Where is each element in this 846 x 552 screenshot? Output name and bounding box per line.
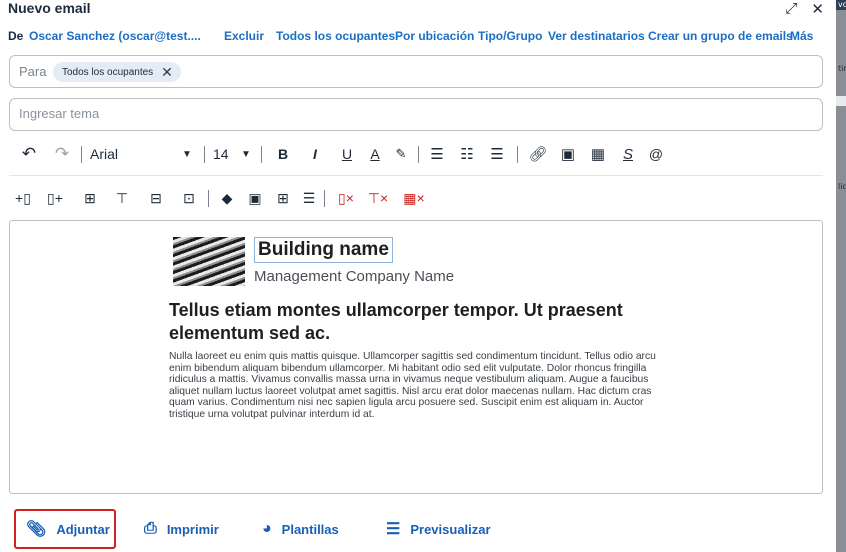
divider — [204, 145, 205, 163]
building-image — [173, 237, 245, 286]
image-icon[interactable]: ▣ — [556, 142, 580, 166]
insert-row-after-icon[interactable]: ⊞ — [79, 186, 101, 210]
templates-label: Plantillas — [281, 521, 339, 537]
numbered-list-icon[interactable]: ☰ — [485, 142, 509, 166]
delete-table-icon[interactable]: ▦× — [402, 186, 426, 210]
printer-icon: ⎙ — [144, 520, 157, 537]
dialog-title: Nuevo email — [8, 0, 91, 16]
highlight-icon[interactable]: ✎ — [390, 142, 412, 166]
italic-button[interactable]: I — [304, 142, 326, 166]
bold-button[interactable]: B — [272, 142, 294, 166]
font-select-value: Arial — [90, 146, 119, 162]
recipient-chip[interactable]: Todos los ocupantes ✕ — [53, 62, 181, 82]
insert-row-before-icon[interactable]: ⊤ — [111, 186, 133, 210]
split-cells-icon[interactable]: ⊡ — [178, 186, 200, 210]
company-name: Management Company Name — [254, 268, 455, 285]
font-size-select[interactable]: 14 — [213, 142, 239, 166]
chevron-down-icon[interactable]: ▼ — [180, 142, 194, 166]
print-label: Imprimir — [166, 521, 219, 537]
bullet-list-icon[interactable]: ☷ — [455, 142, 479, 166]
cell-fill-icon[interactable]: ◆ — [216, 186, 238, 210]
redo-icon[interactable]: ↷ — [49, 142, 75, 166]
type-group-link[interactable]: Tipo/Grupo — [478, 29, 542, 43]
create-email-group-link[interactable]: Crear un grupo de emails — [648, 29, 793, 43]
by-location-link[interactable]: Por ubicación — [395, 29, 474, 43]
exclude-link[interactable]: Excluir — [224, 29, 264, 43]
preview-label: Previsualizar — [410, 521, 491, 537]
to-label: Para — [19, 64, 47, 79]
window-controls: ⤢ ✕ — [785, 0, 824, 18]
templates-button[interactable]: ◕ Plantillas — [252, 509, 351, 549]
mention-button[interactable]: @ — [644, 142, 668, 166]
delete-row-icon[interactable]: ⊤× — [366, 186, 390, 210]
clear-format-icon[interactable]: S — [616, 142, 640, 166]
building-name[interactable]: Building name — [254, 237, 393, 263]
cell-align-icon[interactable]: ☰ — [298, 186, 320, 210]
formatting-toolbar: ↶ ↷ Arial ▼ 14 ▼ B I U A ✎ ☰ ☷ ☰ 🔗︎ ▣ ▦ … — [17, 141, 827, 167]
email-body-editor[interactable]: Building name Management Company Name Te… — [9, 220, 823, 494]
divider — [261, 145, 262, 163]
insert-column-before-icon[interactable]: +▯ — [12, 186, 34, 210]
print-button[interactable]: ⎙ Imprimir — [134, 509, 231, 549]
link-icon[interactable]: 🔗︎ — [526, 142, 550, 166]
insert-column-after-icon[interactable]: ▯+ — [44, 186, 66, 210]
background-text: vo — [838, 0, 846, 9]
divider — [208, 190, 209, 207]
preview-lines-icon: ☰ — [386, 521, 401, 538]
table-toolbar: +▯ ▯+ ⊞ ⊤ ⊟ ⊡ ◆ ▣ ⊞ ☰ ▯× ⊤× ▦× — [12, 186, 432, 210]
background-text: lic — [838, 182, 846, 191]
view-recipients-link[interactable]: Ver destinatarios — [548, 29, 645, 43]
cell-image-icon[interactable]: ▣ — [244, 186, 266, 210]
paperclip-icon: 📎︎ — [26, 521, 47, 538]
background-panel — [836, 96, 846, 106]
underline-button[interactable]: U — [336, 142, 358, 166]
expand-icon[interactable]: ⤢ — [785, 0, 797, 18]
attach-button[interactable]: 📎︎ Adjuntar — [14, 509, 116, 549]
align-icon[interactable]: ☰ — [425, 142, 449, 166]
all-occupants-link[interactable]: Todos los ocupantes — [276, 29, 395, 43]
remove-chip-icon[interactable]: ✕ — [161, 65, 173, 79]
background-text: tin — [838, 64, 846, 73]
delete-column-icon[interactable]: ▯× — [334, 186, 358, 210]
subject-input[interactable] — [19, 106, 809, 121]
font-select[interactable]: Arial — [90, 142, 180, 166]
from-label: De — [8, 29, 24, 43]
font-size-value: 14 — [213, 146, 229, 162]
merge-cells-icon[interactable]: ⊟ — [145, 186, 167, 210]
sender-link[interactable]: Oscar Sanchez (oscar@test.... — [29, 29, 201, 43]
font-color-button[interactable]: A — [364, 142, 386, 166]
cell-border-icon[interactable]: ⊞ — [272, 186, 294, 210]
divider — [81, 145, 82, 163]
preview-button[interactable]: ☰ Previsualizar — [376, 509, 503, 549]
background-page-strip: vo tin lic — [836, 0, 846, 552]
to-field[interactable]: Para Todos los ocupantes ✕ — [9, 55, 823, 88]
undo-icon[interactable]: ↶ — [17, 142, 41, 166]
toolbar-divider — [9, 175, 823, 176]
from-row: De Oscar Sanchez (oscar@test.... Excluir… — [8, 29, 828, 43]
table-icon[interactable]: ▦ — [586, 142, 610, 166]
email-body-text: Nulla laoreet eu enim quis mattis quisqu… — [169, 351, 656, 420]
more-link[interactable]: Más — [790, 29, 813, 43]
dialog-footer: 📎︎ Adjuntar ⎙ Imprimir ◕ Plantillas ☰ Pr… — [14, 509, 834, 549]
close-icon[interactable]: ✕ — [811, 0, 824, 18]
email-headline: Tellus etiam montes ullamcorper tempor. … — [169, 300, 623, 343]
subject-field[interactable] — [9, 98, 823, 131]
chevron-down-icon[interactable]: ▼ — [239, 142, 253, 166]
recipient-chip-label: Todos los ocupantes — [62, 66, 154, 78]
divider — [517, 145, 518, 163]
attach-label: Adjuntar — [56, 521, 110, 537]
divider — [418, 145, 419, 163]
divider — [324, 190, 325, 207]
new-email-dialog: Nuevo email ⤢ ✕ De Oscar Sanchez (oscar@… — [0, 0, 836, 552]
palette-icon: ◕ — [262, 520, 272, 537]
